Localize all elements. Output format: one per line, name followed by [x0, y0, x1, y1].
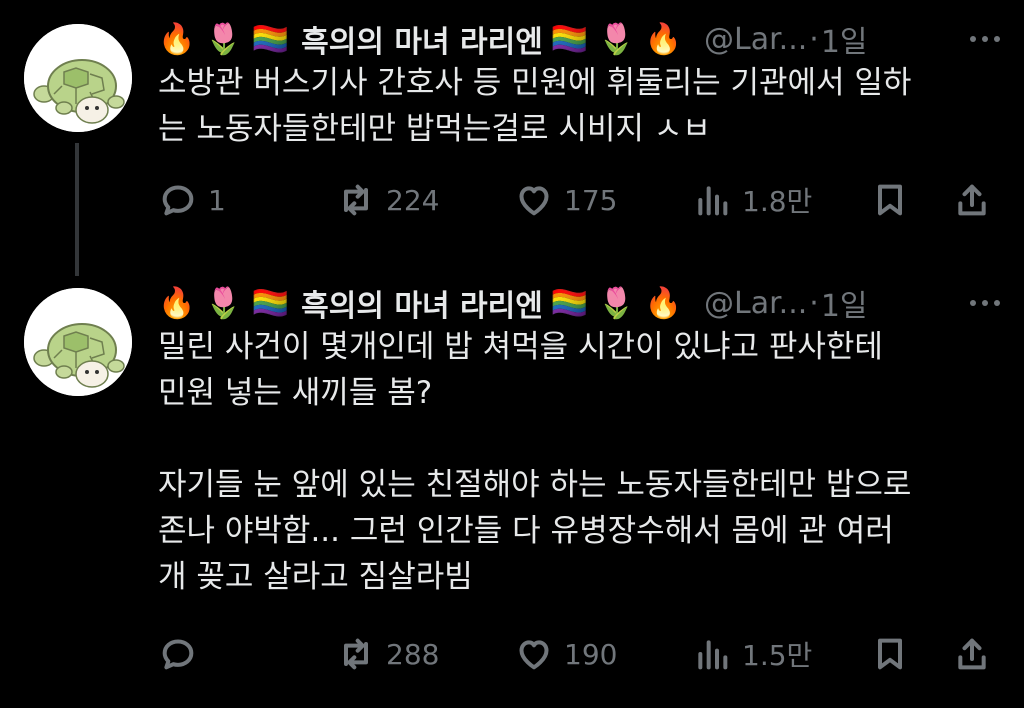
tweet-text-line: 는 노동자들한테만 밥먹는걸로 시비지 ㅅㅂ: [158, 111, 711, 147]
like-icon: [519, 640, 549, 670]
user-handle[interactable]: @Lar...: [704, 286, 807, 321]
display-name[interactable]: 흑의의 마녀 라리엔: [301, 17, 543, 61]
action-bar: 288 190 1.5만: [158, 630, 998, 678]
like-button[interactable]: 190: [514, 630, 617, 678]
display-name-emoji-left: 🔥 🌷 🏳️‍🌈: [158, 285, 290, 321]
tweet-text: 소방관 버스기사 간호사 등 민원에 휘둘리는 기관에서 일하 는 노동자들한테…: [158, 60, 988, 152]
like-count: 175: [564, 183, 618, 217]
tweet-header: 🔥 🌷 🏳️‍🌈 흑의의 마녀 라리엔 🏳️‍🌈 🌷 🔥 @Lar... · 1…: [158, 14, 868, 64]
tweet-text-line: 민원 넣는 새끼들 봄?: [158, 375, 433, 411]
tweet-text-line: 밀린 사건이 몇개인데 밥 쳐먹을 시간이 있냐고 판사한테: [158, 329, 883, 365]
like-button[interactable]: 175: [514, 176, 617, 224]
views-icon: [698, 640, 728, 670]
tweet-text-line: 소방관 버스기사 간호사 등 민원에 휘둘리는 기관에서 일하: [158, 65, 912, 101]
views-button[interactable]: 1.8만: [692, 176, 812, 224]
bookmark-icon: [878, 184, 902, 216]
more-icon[interactable]: [970, 278, 1000, 328]
display-name-emoji-right: 🏳️‍🌈 🌷 🔥: [550, 285, 682, 321]
share-button[interactable]: [952, 176, 992, 224]
avatar[interactable]: [24, 24, 132, 132]
retweet-icon: [344, 638, 368, 670]
share-icon: [958, 638, 986, 670]
turtle-avatar-icon: [24, 24, 132, 132]
paragraph-break: [158, 416, 988, 462]
display-name-emoji-right: 🏳️‍🌈 🌷 🔥: [550, 21, 682, 57]
share-icon: [958, 184, 986, 216]
retweet-button[interactable]: 224: [336, 176, 439, 224]
reply-icon: [162, 185, 194, 216]
turtle-avatar-icon: [24, 288, 132, 396]
like-icon: [519, 186, 549, 216]
tweet-header: 🔥 🌷 🏳️‍🌈 흑의의 마녀 라리엔 🏳️‍🌈 🌷 🔥 @Lar... · 1…: [158, 278, 868, 328]
reply-icon: [162, 639, 194, 670]
share-button[interactable]: [952, 630, 992, 678]
more-icon[interactable]: [970, 14, 1000, 64]
bookmark-icon: [878, 638, 902, 670]
timestamp[interactable]: 1일: [821, 17, 868, 61]
reply-button[interactable]: [158, 630, 208, 678]
user-handle[interactable]: @Lar...: [704, 22, 807, 57]
action-bar: 1 224 175 1.8만: [158, 176, 998, 224]
avatar[interactable]: [24, 288, 132, 396]
thread-connector-line: [75, 143, 79, 276]
views-count: 1.5만: [742, 639, 813, 672]
retweet-count: 224: [386, 183, 440, 217]
like-count: 190: [564, 637, 618, 671]
reply-button[interactable]: 1: [158, 176, 226, 224]
tweet-text-line: 존나 야박함... 그런 인간들 다 유병장수해서 몸에 관 여러: [158, 513, 894, 549]
timestamp[interactable]: 1일: [821, 281, 868, 325]
views-icon: [698, 186, 728, 216]
bookmark-button[interactable]: [870, 176, 910, 224]
retweet-icon: [344, 184, 368, 216]
retweet-count: 288: [386, 637, 440, 671]
tweet-text-line: 개 꽂고 살라고 짐살라빔: [158, 559, 473, 595]
display-name[interactable]: 흑의의 마녀 라리엔: [301, 281, 543, 325]
bookmark-button[interactable]: [870, 630, 910, 678]
separator-dot: ·: [809, 21, 819, 57]
views-count: 1.8만: [742, 185, 813, 218]
separator-dot: ·: [809, 285, 819, 321]
display-name-emoji-left: 🔥 🌷 🏳️‍🌈: [158, 21, 290, 57]
views-button[interactable]: 1.5만: [692, 630, 812, 678]
reply-count: 1: [208, 183, 226, 217]
tweet-text: 밀린 사건이 몇개인데 밥 쳐먹을 시간이 있냐고 판사한테 민원 넣는 새끼들…: [158, 324, 988, 600]
retweet-button[interactable]: 288: [336, 630, 439, 678]
tweet-text-line: 자기들 눈 앞에 있는 친절해야 하는 노동자들한테만 밥으로: [158, 467, 912, 503]
